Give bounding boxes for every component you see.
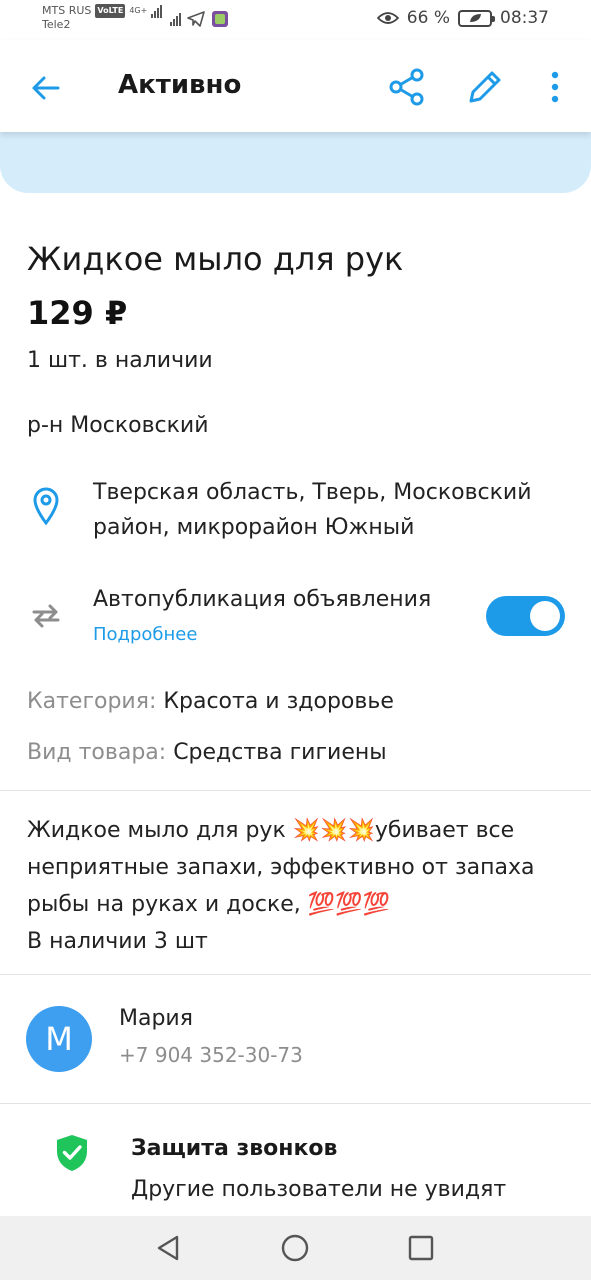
nav-home-icon (281, 1234, 309, 1262)
notification-icons (170, 10, 229, 28)
share-button[interactable] (386, 66, 428, 108)
toggle-knob (530, 601, 560, 631)
status-bar: MTS RUS VoLTE 4G+ Tele2 66 % 08:37 (0, 0, 591, 40)
address-line-1: Тверская область, Тверь, Московский (93, 480, 532, 505)
carrier-2: Tele2 (42, 18, 71, 31)
seller-name[interactable]: Мария (119, 1006, 193, 1031)
nav-home-button[interactable] (279, 1232, 311, 1264)
seller-phone: +7 904 352-30-73 (119, 1043, 303, 1067)
nav-recent-button[interactable] (405, 1232, 437, 1264)
divider (0, 974, 591, 975)
kind-label: Вид товара: (27, 740, 167, 765)
nav-back-button[interactable] (153, 1232, 185, 1264)
product-price: 129 ₽ (27, 294, 128, 332)
autopublish-more-link[interactable]: Подробнее (93, 624, 197, 645)
page-title: Активно (118, 70, 242, 100)
carrier-info: MTS RUS VoLTE 4G+ Tele2 (42, 4, 163, 32)
network-type: 4G+ (129, 6, 148, 15)
battery-icon (458, 9, 495, 27)
carrier-1: MTS RUS (42, 4, 92, 17)
eye-icon (376, 12, 399, 24)
nav-back-icon (157, 1235, 179, 1261)
call-protection-title: Защита звонков (131, 1136, 338, 1161)
volte-badge: VoLTE (95, 4, 126, 18)
description: Жидкое мыло для рук 💥💥💥убивает все непри… (27, 818, 535, 954)
shield-check-icon (57, 1135, 87, 1171)
app-notification-icon (212, 11, 228, 27)
status-right: 66 % 08:37 (376, 8, 549, 28)
divider (0, 790, 591, 791)
battery-percent: 66 % (406, 8, 450, 28)
edit-button[interactable] (464, 66, 506, 108)
kind-value: Средства гигиены (173, 740, 387, 765)
telegram-icon (187, 11, 205, 27)
app-bar: Активно (0, 40, 591, 132)
system-nav-bar (0, 1216, 591, 1280)
back-arrow-icon (32, 76, 60, 100)
stock-count: 1 шт. в наличии (27, 348, 213, 373)
category-value: Красота и здоровье (163, 689, 394, 714)
category-label: Категория: (27, 689, 157, 714)
product-title: Жидкое мыло для рук (27, 240, 404, 278)
address[interactable]: Тверская область, Тверь, Московский райо… (93, 475, 563, 545)
call-protection-text: Другие пользователи не увидят (131, 1177, 507, 1202)
more-options-button[interactable] (540, 66, 570, 108)
autopublish-label: Автопубликация объявления (93, 587, 432, 612)
district: р-н Московский (27, 413, 209, 438)
location-pin-icon (33, 487, 59, 525)
divider (0, 1103, 591, 1104)
repeat-icon (32, 604, 60, 628)
category-row: Категория: Красота и здоровье (27, 689, 394, 714)
clock: 08:37 (500, 8, 549, 28)
kind-row: Вид товара: Средства гигиены (27, 740, 387, 765)
autopublish-toggle[interactable] (486, 596, 565, 636)
edit-pencil-icon (469, 71, 501, 103)
avatar[interactable]: М (26, 1006, 92, 1072)
signal-2-icon (170, 12, 181, 26)
address-line-2: район, микрорайон Южный (93, 515, 415, 540)
signal-icon (151, 4, 163, 18)
more-vert-icon (551, 71, 559, 103)
share-icon (389, 68, 424, 106)
back-button[interactable] (26, 68, 66, 108)
nav-recent-icon (408, 1235, 434, 1261)
